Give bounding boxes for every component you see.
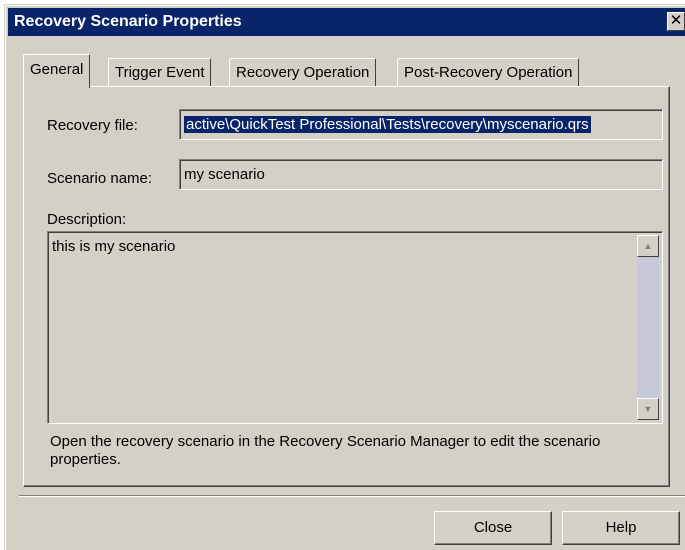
scroll-down-arrow-icon[interactable]: ▼ [637, 398, 659, 420]
recovery-file-field[interactable]: active\QuickTest Professional\Tests\reco… [179, 109, 663, 140]
scenario-name-value: my scenario [184, 166, 265, 183]
description-label: Description: [47, 211, 127, 228]
description-scrollbar[interactable]: ▲ ▼ [637, 235, 659, 420]
close-icon[interactable]: ✕ [667, 12, 685, 31]
tab-trigger-event[interactable]: Trigger Event [108, 58, 212, 86]
scenario-name-label: Scenario name: [47, 170, 153, 187]
tab-post-recovery-operation[interactable]: Post-Recovery Operation [397, 58, 580, 86]
scenario-name-field[interactable]: my scenario [179, 159, 663, 190]
help-button[interactable]: Help [562, 511, 680, 545]
tab-recovery-operation[interactable]: Recovery Operation [229, 58, 377, 86]
scroll-up-arrow-icon[interactable]: ▲ [637, 235, 659, 257]
info-text: Open the recovery scenario in the Recove… [50, 433, 601, 468]
close-button[interactable]: Close [434, 511, 552, 545]
recovery-file-label: Recovery file: [47, 117, 138, 134]
window-title: Recovery Scenario Properties [14, 13, 242, 30]
recovery-scenario-properties-dialog: Recovery Scenario Properties ✕ General T… [4, 4, 685, 550]
title-bar: Recovery Scenario Properties ✕ [8, 8, 685, 36]
description-textarea[interactable]: this is my scenario ▲ ▼ [47, 231, 663, 424]
footer-divider [19, 495, 685, 497]
recovery-file-value: active\QuickTest Professional\Tests\reco… [184, 116, 591, 133]
description-value: this is my scenario [52, 238, 176, 255]
tab-general[interactable]: General [23, 54, 91, 88]
